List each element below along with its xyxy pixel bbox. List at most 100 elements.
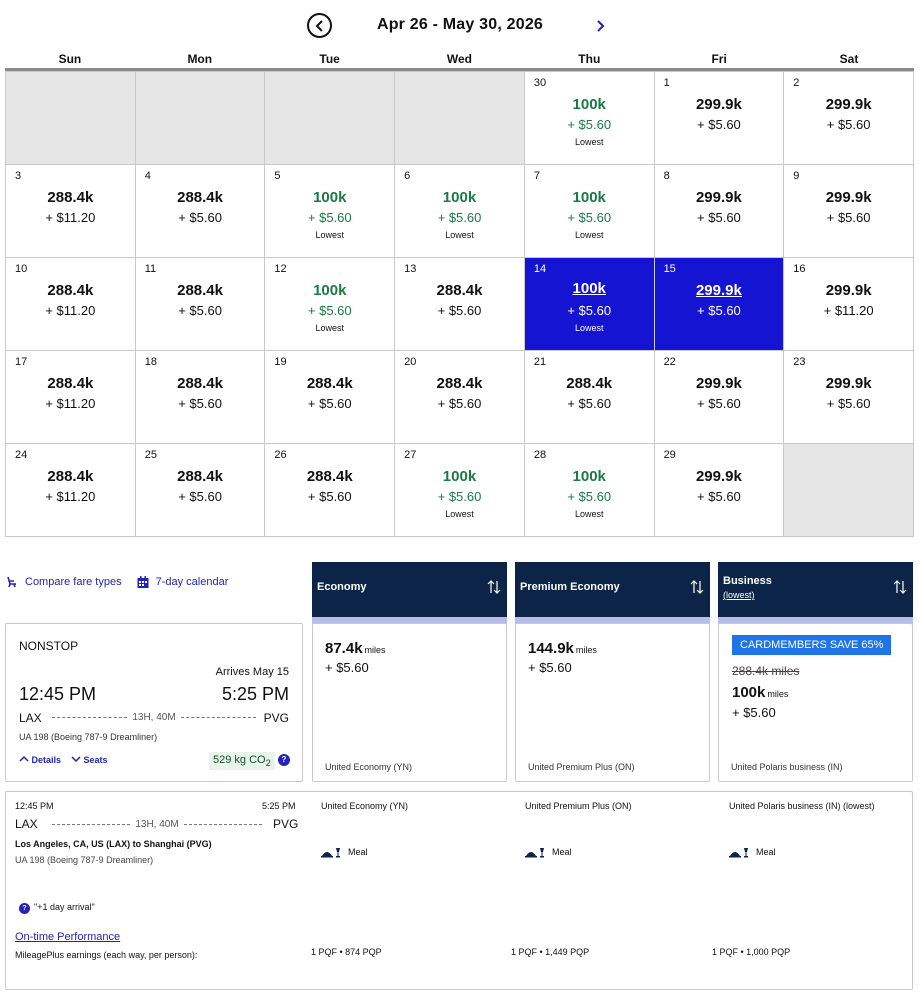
- co2-subscript: 2: [265, 758, 271, 769]
- sort-icon[interactable]: [487, 579, 501, 595]
- economy-column-header[interactable]: Economy: [312, 562, 507, 624]
- business-miles-value: 100k: [732, 684, 766, 701]
- compare-fare-types-link[interactable]: Compare fare types: [5, 575, 122, 589]
- calendar-day-cell[interactable]: 15 299.9k + $5.60: [654, 258, 785, 351]
- calendar-day-cell[interactable]: 22 299.9k + $5.60: [654, 351, 785, 444]
- calendar-day-cell[interactable]: 19 288.4k + $5.60: [265, 351, 396, 444]
- calendar-day-cell[interactable]: 17 288.4k + $11.20: [6, 351, 136, 444]
- calendar-day-number: 2: [793, 77, 800, 89]
- calendar-fee: + $5.60: [307, 210, 352, 225]
- destination-code: PVG: [263, 711, 289, 725]
- calendar-day-number: 5: [274, 170, 281, 182]
- miles-unit: miles: [575, 645, 597, 655]
- calendar-miles: 288.4k: [306, 375, 353, 392]
- calendar-day-cell[interactable]: 25 288.4k + $5.60: [135, 444, 266, 537]
- detail-arrival-time: 5:25 PM: [262, 801, 296, 811]
- calendar-icon: [137, 576, 149, 588]
- calendar-fee: + $5.60: [307, 396, 352, 411]
- business-header-subtitle[interactable]: (lowest): [723, 590, 755, 600]
- flight-number: UA 198 (Boeing 787-9 Dreamliner): [19, 732, 158, 742]
- on-time-performance-link[interactable]: On-time Performance: [15, 931, 120, 943]
- fare-tools: Compare fare types 7-day calendar: [5, 575, 228, 589]
- seat-icon: [7, 576, 16, 588]
- calendar-day-number: 25: [144, 449, 157, 461]
- calendar-day-cell[interactable]: 4 288.4k + $5.60: [135, 165, 266, 258]
- calendar-day-cell[interactable]: 18 288.4k + $5.60: [135, 351, 266, 444]
- calendar-day-cell[interactable]: 29 299.9k + $5.60: [654, 444, 785, 537]
- calendar-day-cell[interactable]: 24 288.4k + $11.20: [6, 444, 136, 537]
- calendar-fee: + $5.60: [307, 303, 352, 318]
- calendar-empty-cell: [135, 72, 266, 165]
- co2-badge: 529 kg CO2: [209, 752, 275, 771]
- calendar-day-cell[interactable]: 11 288.4k + $5.60: [135, 258, 266, 351]
- calendar-miles: 299.9k: [695, 375, 742, 392]
- weekday-label: Sat: [839, 52, 859, 66]
- calendar-lowest-tag: Lowest: [574, 323, 604, 333]
- calendar-day-cell[interactable]: 16 299.9k + $11.20: [784, 258, 914, 351]
- seats-toggle[interactable]: Seats: [71, 755, 108, 765]
- calendar-day-cell[interactable]: 7 100k + $5.60 Lowest: [524, 165, 655, 258]
- info-icon[interactable]: ?: [19, 903, 30, 914]
- premium-economy-column-header[interactable]: Premium Economy: [515, 562, 710, 624]
- calendar-day-cell[interactable]: 27 100k + $5.60 Lowest: [395, 444, 525, 537]
- economy-fare-card[interactable]: 87.4k miles + $5.60 United Economy (YN): [312, 623, 507, 782]
- details-toggle[interactable]: Details: [19, 755, 61, 765]
- premium-economy-miles: 144.9k miles: [528, 640, 597, 657]
- calendar-fee: + $5.60: [437, 489, 482, 504]
- calendar-fee: + $5.60: [697, 303, 741, 318]
- previous-month-button[interactable]: [307, 13, 332, 38]
- calendar-day-number: 21: [533, 356, 547, 368]
- calendar-fee: + $11.20: [45, 303, 96, 318]
- arrival-date: Arrives May 15: [215, 666, 289, 678]
- seven-day-calendar-link[interactable]: 7-day calendar: [136, 575, 228, 589]
- calendar-empty-cell: [784, 444, 914, 537]
- calendar-day-cell[interactable]: 13 288.4k + $5.60: [395, 258, 525, 351]
- calendar-miles: 288.4k: [177, 189, 223, 206]
- business-miles: 100k miles: [732, 684, 788, 701]
- calendar-day-number: 1: [663, 77, 670, 89]
- calendar-day-cell[interactable]: 3 288.4k + $11.20: [6, 165, 136, 258]
- chevron-down-icon: [71, 756, 81, 763]
- calendar-day-cell[interactable]: 30 100k + $5.60 Lowest: [524, 72, 655, 165]
- origin-code: LAX: [19, 711, 42, 725]
- calendar-miles: 100k: [572, 468, 606, 485]
- calendar-day-cell[interactable]: 21 288.4k + $5.60: [524, 351, 655, 444]
- calendar-day-cell[interactable]: 8 299.9k + $5.60: [654, 165, 785, 258]
- calendar-day-cell[interactable]: 9 299.9k + $5.60: [784, 165, 914, 258]
- calendar-day-number: 30: [533, 77, 547, 89]
- detail-fare-name: United Economy (YN): [321, 801, 409, 811]
- calendar-day-cell[interactable]: 2 299.9k + $5.60: [784, 72, 914, 165]
- calendar-day-number: 11: [144, 263, 157, 275]
- calendar-fee: + $5.60: [178, 396, 222, 411]
- calendar-day-cell[interactable]: 28 100k + $5.60 Lowest: [524, 444, 655, 537]
- business-fare-card[interactable]: CARDMEMBERS SAVE 65% 288.4k miles 100k mi…: [718, 623, 913, 782]
- info-icon[interactable]: ?: [278, 754, 290, 766]
- meal-info: Meal: [729, 846, 776, 858]
- calendar-day-number: 19: [274, 356, 287, 368]
- business-column-header[interactable]: Business (lowest): [718, 562, 913, 624]
- pqp-earnings: 1 PQF • 1,000 PQP: [712, 947, 791, 957]
- calendar-day-cell[interactable]: 20 288.4k + $5.60: [395, 351, 525, 444]
- next-month-button[interactable]: [590, 13, 610, 38]
- calendar-day-cell[interactable]: 23 299.9k + $5.60: [784, 351, 914, 444]
- calendar-day-cell[interactable]: 6 100k + $5.60 Lowest: [395, 165, 525, 258]
- calendar-day-cell[interactable]: 14 100k + $5.60 Lowest: [524, 258, 655, 351]
- calendar-fee: + $5.60: [437, 210, 482, 225]
- calendar-day-cell[interactable]: 5 100k + $5.60 Lowest: [265, 165, 396, 258]
- flight-details-panel: 12:45 PM 5:25 PM LAX 13H, 40M PVG Los An…: [5, 791, 913, 990]
- date-range-title: Apr 26 - May 30, 2026: [376, 16, 544, 33]
- chevron-left-icon: [315, 19, 323, 32]
- sort-icon[interactable]: [690, 579, 704, 595]
- calendar-day-cell[interactable]: 10 288.4k + $11.20: [6, 258, 136, 351]
- calendar-day-cell[interactable]: 12 100k + $5.60 Lowest: [265, 258, 396, 351]
- calendar-miles: 288.4k: [177, 282, 223, 299]
- premium-economy-fare-card[interactable]: 144.9k miles + $5.60 United Premium Plus …: [515, 623, 710, 782]
- calendar-day-number: 18: [144, 356, 157, 368]
- sort-icon[interactable]: [893, 579, 907, 595]
- weekday-label: Wed: [446, 52, 473, 66]
- chevron-up-icon: [19, 755, 29, 762]
- calendar-miles: 299.9k: [695, 189, 742, 206]
- calendar-miles: 288.4k: [436, 375, 483, 392]
- calendar-day-cell[interactable]: 1 299.9k + $5.60: [654, 72, 785, 165]
- calendar-day-cell[interactable]: 26 288.4k + $5.60: [265, 444, 396, 537]
